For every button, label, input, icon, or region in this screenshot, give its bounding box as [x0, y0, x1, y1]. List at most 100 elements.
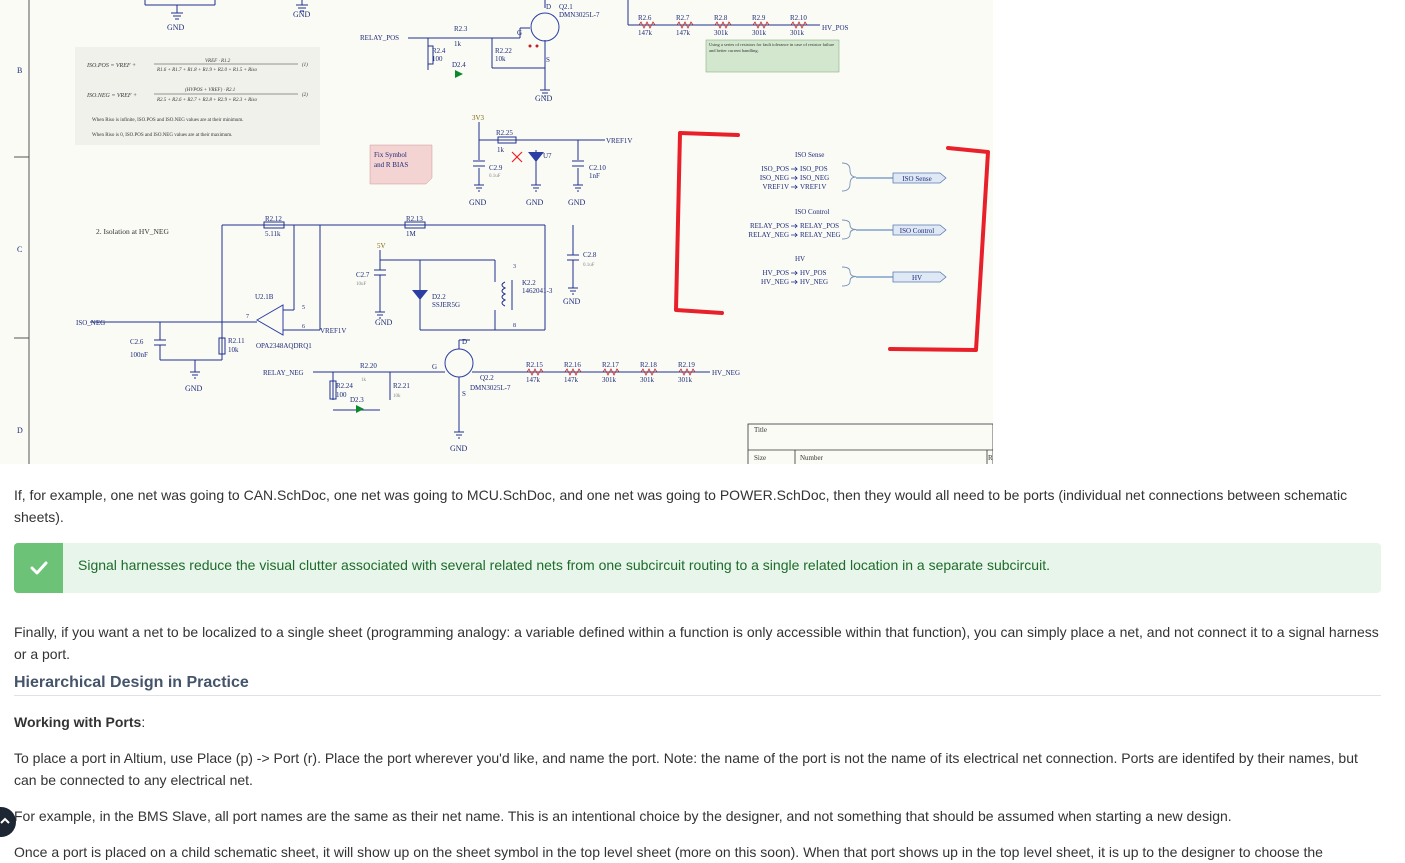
tolerance-note: Using a series of resistors for fault to…	[709, 42, 835, 53]
net-vref1v: VREF1V	[606, 137, 632, 145]
gnd-label: GND	[469, 198, 487, 207]
tip-text: Signal harnesses reduce the visual clutt…	[78, 557, 1050, 573]
iso-sense-left-net: ISO_POS	[761, 165, 789, 173]
c210-value: 1nF	[589, 172, 600, 180]
bottom-resistor-value: 301k	[602, 376, 617, 384]
net-5v: 5V	[377, 242, 386, 250]
hv-right-net: HV_NEG	[800, 278, 828, 286]
r211-ref: R2.11	[228, 337, 245, 345]
harness-group: ISO SenseISO_POSISO_NEGVREF1VISO_POSISO_…	[748, 151, 947, 287]
r24-ref: R2.4	[432, 47, 446, 55]
hv-harness-brace	[841, 266, 857, 287]
u21b-ref: U2.1B	[255, 293, 274, 301]
k22-pin-8: 8	[513, 323, 516, 329]
c26-ref: C2.6	[130, 338, 144, 346]
d22-part: SSJER5G	[432, 301, 460, 309]
k22-pin-3: 3	[513, 264, 516, 270]
bottom-resistor-ref: R2.19	[678, 361, 695, 369]
bottom-resistor-ref: R2.16	[564, 361, 581, 369]
q21-drain: D	[546, 3, 551, 11]
r213-value: 1M	[406, 230, 417, 238]
net-relay-pos: RELAY_POS	[360, 34, 399, 42]
chevron-up-icon	[0, 817, 10, 824]
gnd-label: GND	[563, 297, 581, 306]
q21-ref: Q2.1	[559, 3, 573, 11]
iso-sense-harness-brace	[841, 162, 857, 192]
iso-sense-right-net: VREF1V	[800, 183, 826, 191]
bottom-resistor-value: 301k	[640, 376, 655, 384]
bottom-resistor-value: 147k	[526, 376, 541, 384]
iso-sense-right-net: ISO_NEG	[800, 174, 829, 182]
r24-value: 100	[432, 55, 443, 63]
top-resistor-value: 301k	[714, 29, 729, 37]
c29-value: 0.1uF	[489, 174, 501, 179]
q22-gate: G	[432, 363, 437, 371]
red-bracket-left	[674, 131, 740, 315]
zone-label-b: B	[17, 66, 22, 75]
bottom-resistor-ref: R2.18	[640, 361, 657, 369]
r213-ref: R2.13	[406, 215, 423, 223]
c210-ref: C2.10	[589, 164, 606, 172]
eq-note-2: When Riso is 0, ISO.POS and ISO.NEG valu…	[92, 133, 232, 138]
top-resistor-value: 147k	[676, 29, 691, 37]
paragraph-place-port: To place a port in Altium, use Place (p)…	[14, 750, 1358, 788]
r222-ref: R2.22	[495, 47, 512, 55]
eq-iso-neg-den: R2.5 + R2.6 + R2.7 + R2.8 + R2.9 + R2.3 …	[156, 98, 257, 103]
hv-title: HV	[795, 255, 805, 263]
bottom-resistor-ref: R2.17	[602, 361, 619, 369]
gnd-label: GND	[185, 384, 203, 393]
gnd-label: GND	[568, 198, 586, 207]
hv-right-net: HV_POS	[800, 269, 827, 277]
schematic-svg: B C D GND GND ISO.POS = VREF + VREF · R1…	[14, 0, 993, 464]
eq-tag-1: (1)	[302, 63, 308, 68]
iso-control-left-net: RELAY_NEG	[748, 231, 789, 239]
paragraph-bms-example: For example, in the BMS Slave, all port …	[14, 808, 1232, 824]
bottom-resistor-ref: R2.15	[526, 361, 543, 369]
tip-callout: Signal harnesses reduce the visual clutt…	[14, 543, 1381, 593]
hv-left-net: HV_NEG	[761, 278, 789, 286]
r221-ref: R2.21	[393, 382, 410, 390]
d22-ref: D2.2	[432, 293, 446, 301]
arrow-icon	[791, 175, 798, 181]
r220-value: 1k	[361, 378, 367, 383]
r225-ref: R2.25	[496, 129, 513, 137]
fix-note-line-2: and R BIAS	[374, 161, 408, 169]
colon: :	[141, 714, 146, 730]
net-iso-neg: ISO_NEG	[76, 319, 105, 327]
opamp-part: OPA2348AQDRQ1	[256, 342, 312, 350]
paragraph-ports-example: If, for example, one net was going to CA…	[14, 487, 1348, 525]
q22-part: DMN3025L-7	[470, 384, 511, 392]
r23-value: 1k	[454, 40, 462, 48]
iso-control-right-net: RELAY_NEG	[800, 231, 841, 239]
q21-part: DMN3025L-7	[559, 11, 600, 19]
c27-ref: C2.7	[356, 271, 370, 279]
c28-ref: C2.8	[583, 251, 597, 259]
q22-ref: Q2.2	[480, 374, 494, 382]
top-resistor-ref: R2.8	[714, 14, 728, 22]
arrow-icon	[791, 184, 798, 190]
eq-note-1: When Riso is infinite, ISO.POS and ISO.N…	[92, 118, 244, 123]
top-resistor-value: 147k	[638, 29, 653, 37]
paragraph-child-sheet: Once a port is placed on a child schemat…	[14, 844, 1323, 860]
working-with-ports-label: Working with Ports	[14, 714, 142, 730]
arrow-icon	[791, 223, 798, 229]
q21-source: S	[546, 56, 550, 64]
titleblock-size: Size	[754, 454, 766, 462]
schematic-image: B C D GND GND ISO.POS = VREF + VREF · R1…	[0, 0, 993, 464]
fix-note-line-1: Fix Symbol	[374, 151, 407, 159]
paragraph-working-ports: Working with Ports:	[14, 711, 1381, 733]
gnd-label: GND	[167, 23, 185, 32]
net-hv-pos: HV_POS	[822, 24, 849, 32]
u7-ref: U7	[543, 152, 552, 160]
top-resistor-value: 301k	[752, 29, 767, 37]
eq-iso-pos-den: R1.6 + R1.7 + R1.8 + R1.9 + R2.0 + R1.5 …	[156, 68, 257, 73]
eq-iso-neg: ISO.NEG = VREF +	[86, 93, 137, 99]
zone-label-c: C	[17, 245, 22, 254]
iso-control-harness-brace	[841, 219, 857, 240]
net-relay-neg: RELAY_NEG	[263, 369, 304, 377]
net-vref1v-2: VREF1V	[320, 327, 346, 335]
arrow-icon	[791, 166, 798, 172]
titleblock-title: Title	[754, 426, 767, 434]
section-heading: Hierarchical Design in Practice	[14, 674, 1381, 696]
k22-ref: K2.2	[522, 279, 536, 287]
